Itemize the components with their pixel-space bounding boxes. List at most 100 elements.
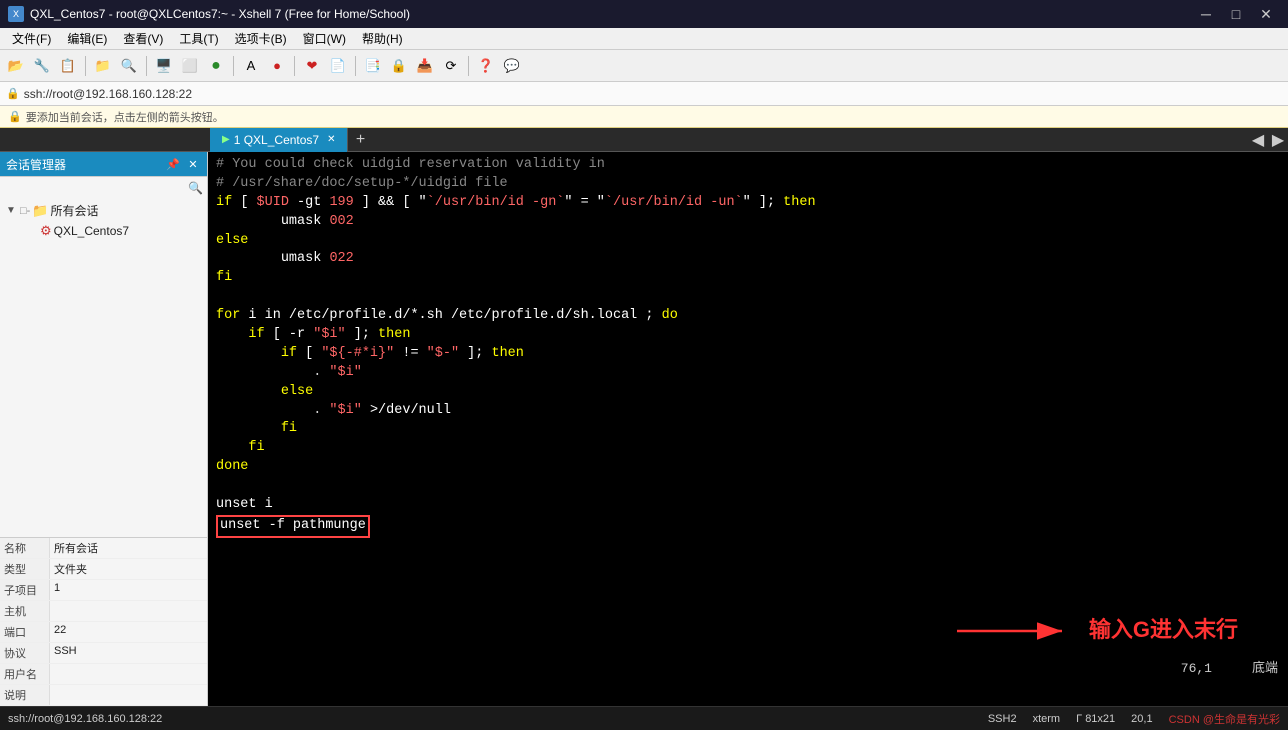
prop-protocol: 协议 SSH: [0, 643, 207, 664]
search-icon[interactable]: 🔍: [188, 181, 203, 195]
app-icon: X: [8, 6, 24, 22]
prop-host: 主机: [0, 601, 207, 622]
tab-prev-button[interactable]: ◀: [1248, 128, 1268, 152]
annotation-text: 输入G进入末行: [1089, 615, 1238, 646]
terminal-line-9: for i in /etc/profile.d/*.sh /etc/profil…: [216, 307, 1280, 326]
toolbar-sep-6: [468, 56, 469, 76]
tab-next-button[interactable]: ▶: [1268, 128, 1288, 152]
prop-child-key: 子项目: [0, 580, 50, 600]
sidebar-controls: 📌 ✕: [165, 156, 201, 172]
toolbar-btn-8[interactable]: ●: [204, 54, 228, 78]
close-button[interactable]: ✕: [1252, 0, 1280, 28]
menu-view[interactable]: 查看(V): [115, 28, 171, 49]
status-watermark: CSDN @生命是有光彩: [1169, 711, 1280, 727]
sidebar-pin-button[interactable]: 📌: [165, 156, 181, 172]
tree-child-qxl[interactable]: ⚙ QXL_Centos7: [0, 221, 207, 241]
tab-close-icon[interactable]: ✕: [327, 134, 335, 145]
new-session-button[interactable]: 📂: [4, 54, 28, 78]
toolbar-btn-2[interactable]: 🔧: [30, 54, 54, 78]
toolbar-btn-9[interactable]: A: [239, 54, 263, 78]
sidebar-header: 会话管理器 📌 ✕: [0, 152, 207, 176]
terminal[interactable]: # You could check uidgid reservation val…: [208, 152, 1288, 706]
toolbar-btn-10[interactable]: ●: [265, 54, 289, 78]
terminal-line-8: [216, 288, 1280, 307]
title-bar-left: X QXL_Centos7 - root@QXLCentos7:~ - Xshe…: [8, 6, 410, 22]
toolbar-btn-6[interactable]: 🖥️: [152, 54, 176, 78]
minimize-button[interactable]: ─: [1192, 0, 1220, 28]
terminal-line-10: if [ -r "$i" ]; then: [216, 326, 1280, 345]
tree-root-label: 所有会话: [51, 202, 99, 219]
menu-edit[interactable]: 编辑(E): [59, 28, 115, 49]
toolbar-btn-16[interactable]: ⟳: [439, 54, 463, 78]
terminal-line-6: umask 022: [216, 250, 1280, 269]
status-protocol: SSH2: [988, 713, 1017, 725]
toolbar-btn-3[interactable]: 📋: [56, 54, 80, 78]
info-text: 要添加当前会话，点击左侧的箭头按钮。: [26, 109, 224, 125]
toolbar-btn-12[interactable]: 📄: [326, 54, 350, 78]
terminal-line-7: fi: [216, 269, 1280, 288]
menu-tab[interactable]: 选项卡(B): [227, 28, 295, 49]
title-bar: X QXL_Centos7 - root@QXLCentos7:~ - Xshe…: [0, 0, 1288, 28]
prop-name: 名称 所有会话: [0, 538, 207, 559]
expand-icon: ▼: [4, 205, 18, 216]
terminal-line-18: [216, 477, 1280, 496]
menu-file[interactable]: 文件(F): [4, 28, 59, 49]
toolbar-btn-4[interactable]: 📁: [91, 54, 115, 78]
menu-bar: 文件(F) 编辑(E) 查看(V) 工具(T) 选项卡(B) 窗口(W) 帮助(…: [0, 28, 1288, 50]
tab-qxl-centos7[interactable]: ▶ 1 QXL_Centos7 ✕: [210, 128, 348, 152]
prop-username-key: 用户名: [0, 664, 50, 684]
menu-window[interactable]: 窗口(W): [295, 28, 354, 49]
status-connection: ssh://root@192.168.160.128:22: [8, 713, 162, 725]
tree-child-label: QXL_Centos7: [54, 224, 129, 238]
tab-add-button[interactable]: +: [348, 128, 372, 152]
toolbar-sep-3: [233, 56, 234, 76]
window-controls: ─ □ ✕: [1192, 0, 1280, 28]
prop-type-val: 文件夹: [50, 559, 207, 579]
menu-help[interactable]: 帮助(H): [354, 28, 411, 49]
main-area: 会话管理器 📌 ✕ 🔍 ▼ □- 📁 所有会话 ⚙ QXL_Centos7: [0, 152, 1288, 706]
prop-child-val: 1: [50, 580, 207, 600]
toolbar-btn-11[interactable]: ❤: [300, 54, 324, 78]
sidebar: 会话管理器 📌 ✕ 🔍 ▼ □- 📁 所有会话 ⚙ QXL_Centos7: [0, 152, 208, 706]
maximize-button[interactable]: □: [1222, 0, 1250, 28]
prop-desc-val: [50, 685, 207, 705]
prop-type: 类型 文件夹: [0, 559, 207, 580]
toolbar-sep-2: [146, 56, 147, 76]
toolbar-btn-15[interactable]: 📥: [413, 54, 437, 78]
toolbar-sep-1: [85, 56, 86, 76]
prop-protocol-key: 协议: [0, 643, 50, 663]
terminal-line-13: else: [216, 383, 1280, 402]
tree-root[interactable]: ▼ □- 📁 所有会话: [0, 200, 207, 221]
terminal-line-20: unset -f pathmunge: [216, 515, 1280, 538]
toolbar-btn-17[interactable]: 💬: [500, 54, 524, 78]
terminal-line-12: . "$i": [216, 364, 1280, 383]
prop-name-key: 名称: [0, 538, 50, 558]
tree-node-dash: □-: [20, 205, 30, 217]
vim-statusline: 76,1 底端: [1181, 660, 1278, 678]
toolbar: 📂 🔧 📋 📁 🔍 🖥️ ⬜ ● A ● ❤ 📄 📑 🔒 📥 ⟳ ❓ 💬: [0, 50, 1288, 82]
status-encoding: xterm: [1033, 713, 1061, 725]
help-button[interactable]: ❓: [474, 54, 498, 78]
sidebar-close-button[interactable]: ✕: [185, 156, 201, 172]
toolbar-btn-7[interactable]: ⬜: [178, 54, 202, 78]
address-bar: 🔒 ssh://root@192.168.160.128:22: [0, 82, 1288, 106]
toolbar-btn-14[interactable]: 🔒: [387, 54, 411, 78]
tab-nav: ◀ ▶: [1248, 128, 1288, 152]
terminal-line-11: if [ "${-#*i}" != "$-" ]; then: [216, 345, 1280, 364]
prop-username-val: [50, 664, 207, 684]
menu-tools[interactable]: 工具(T): [171, 28, 226, 49]
terminal-line-14: . "$i" >/dev/null: [216, 402, 1280, 421]
current-line-highlight: unset -f pathmunge: [216, 515, 370, 538]
address-text: ssh://root@192.168.160.128:22: [24, 87, 192, 101]
terminal-line-17: done: [216, 458, 1280, 477]
toolbar-btn-13[interactable]: 📑: [361, 54, 385, 78]
tab-label: 1 QXL_Centos7: [234, 133, 319, 147]
toolbar-btn-5[interactable]: 🔍: [117, 54, 141, 78]
tab-bar: ▶ 1 QXL_Centos7 ✕ + ◀ ▶: [0, 128, 1288, 152]
prop-protocol-val: SSH: [50, 643, 207, 663]
toolbar-sep-5: [355, 56, 356, 76]
prop-port-val: 22: [50, 622, 207, 642]
vim-position: 76,1: [1181, 660, 1212, 678]
lock-icon: 🔒: [6, 87, 20, 100]
terminal-line-5: else: [216, 232, 1280, 251]
